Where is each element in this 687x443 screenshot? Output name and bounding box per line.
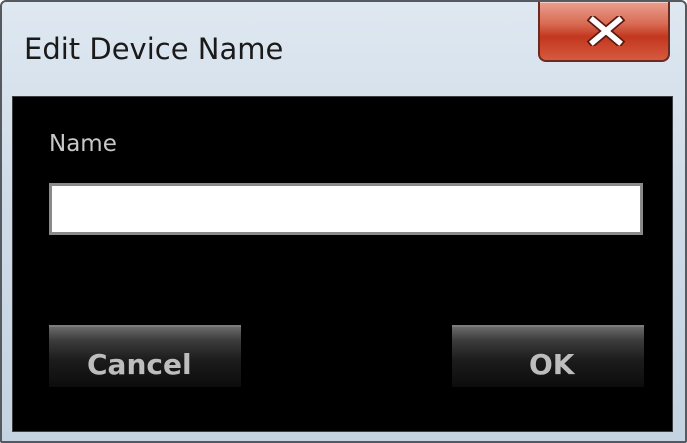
cancel-button-label: Cancel (87, 348, 192, 381)
close-icon (586, 16, 626, 46)
edit-device-name-dialog: Edit Device Name Name Cancel OK (0, 0, 687, 443)
cancel-button[interactable]: Cancel (49, 325, 241, 387)
close-button[interactable] (538, 2, 670, 62)
name-input[interactable] (49, 183, 643, 235)
window-title: Edit Device Name (24, 32, 284, 66)
ok-button[interactable]: OK (452, 325, 644, 387)
title-bar[interactable]: Edit Device Name (2, 2, 685, 94)
dialog-body: Name Cancel OK (12, 96, 673, 432)
name-label: Name (49, 131, 117, 157)
ok-button-label: OK (529, 348, 575, 381)
